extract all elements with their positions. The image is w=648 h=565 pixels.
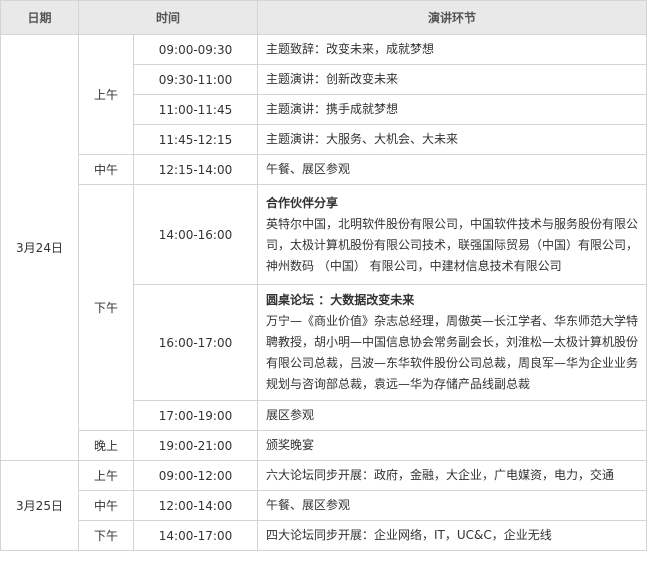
session-cell: 合作伙伴分享 英特尔中国，北明软件股份有限公司，中国软件技术与服务股份有限公司，… <box>257 184 648 285</box>
period-cell: 上午 <box>78 34 134 155</box>
date-cell: 3月25日 <box>0 460 79 551</box>
time-cell: 14:00-16:00 <box>132 184 259 285</box>
header-row: 日期 时间 演讲环节 <box>0 0 648 35</box>
table-row: 中午 12:00-14:00 午餐、展区参观 <box>1 490 648 521</box>
table-row: 3月24日 上午 09:00-09:30 主题致辞：改变未来，成就梦想 <box>0 34 648 461</box>
header-session: 演讲环节 <box>257 0 648 35</box>
header-time: 时间 <box>77 0 259 35</box>
period-cell: 下午 <box>78 184 134 431</box>
table-row: 下午 14:00-16:00 合作伙伴分享 英特尔中国，北明软件股份有限公司，中… <box>1 184 648 431</box>
session-title: 圆桌论坛 ：大数据改变未来 <box>266 293 415 307</box>
session-cell: 四大论坛同步开展：企业网络，IT，UC&C，企业无线 <box>257 520 648 551</box>
time-cell: 12:15-14:00 <box>132 154 259 185</box>
session-cell: 圆桌论坛 ：大数据改变未来 万宁—《商业价值》杂志总经理，周傲英—长江学者、华东… <box>257 284 648 401</box>
period-cell: 下午 <box>78 520 134 551</box>
session-cell: 午餐、展区参观 <box>257 490 648 521</box>
time-cell: 19:00-21:00 <box>132 430 259 461</box>
session-cell: 主题演讲：大服务、大机会、大未来 <box>257 124 648 155</box>
schedule-table: 日期 时间 演讲环节 3月24日 上午 09:00-09:30 主题致辞：改变未… <box>0 0 648 551</box>
header-date: 日期 <box>0 0 79 35</box>
table-row: 3月25日 上午 09:00-12:00 六大论坛同步开展：政府，金融，大企业，… <box>0 460 648 551</box>
session-description: 万宁—《商业价值》杂志总经理，周傲英—长江学者、华东师范大学特聘教授，胡小明—中… <box>266 314 639 391</box>
session-description: 英特尔中国，北明软件股份有限公司，中国软件技术与服务股份有限公司，太极计算机股份… <box>266 216 639 273</box>
time-cell: 11:45-12:15 <box>132 124 259 155</box>
time-cell: 09:00-09:30 <box>132 34 259 65</box>
session-cell: 主题演讲：创新改变未来 <box>257 64 648 95</box>
table-row: 中午 12:15-14:00 午餐、展区参观 <box>1 154 648 185</box>
time-cell: 14:00-17:00 <box>132 520 259 551</box>
session-cell: 展区参观 <box>257 400 648 431</box>
time-cell: 11:00-11:45 <box>132 94 259 125</box>
time-cell: 16:00-17:00 <box>132 284 259 401</box>
time-cell: 09:00-12:00 <box>132 460 259 491</box>
table-row: 晚上 19:00-21:00 颁奖晚宴 <box>1 430 648 461</box>
period-cell: 中午 <box>78 154 134 185</box>
session-title: 合作伙伴分享 <box>266 195 339 210</box>
period-cell: 上午 <box>78 460 134 491</box>
session-cell: 主题演讲：携手成就梦想 <box>257 94 648 125</box>
time-cell: 09:30-11:00 <box>132 64 259 95</box>
period-cell: 晚上 <box>78 430 134 461</box>
date-cell: 3月24日 <box>0 34 79 461</box>
session-cell: 六大论坛同步开展：政府，金融，大企业，广电媒资，电力，交通 <box>257 460 648 491</box>
time-cell: 17:00-19:00 <box>132 400 259 431</box>
time-cell: 12:00-14:00 <box>132 490 259 521</box>
table-row: 下午 14:00-17:00 四大论坛同步开展：企业网络，IT，UC&C，企业无… <box>1 520 648 551</box>
session-cell: 主题致辞：改变未来，成就梦想 <box>257 34 648 65</box>
session-cell: 颁奖晚宴 <box>257 430 648 461</box>
session-cell: 午餐、展区参观 <box>257 154 648 185</box>
period-cell: 中午 <box>78 490 134 521</box>
